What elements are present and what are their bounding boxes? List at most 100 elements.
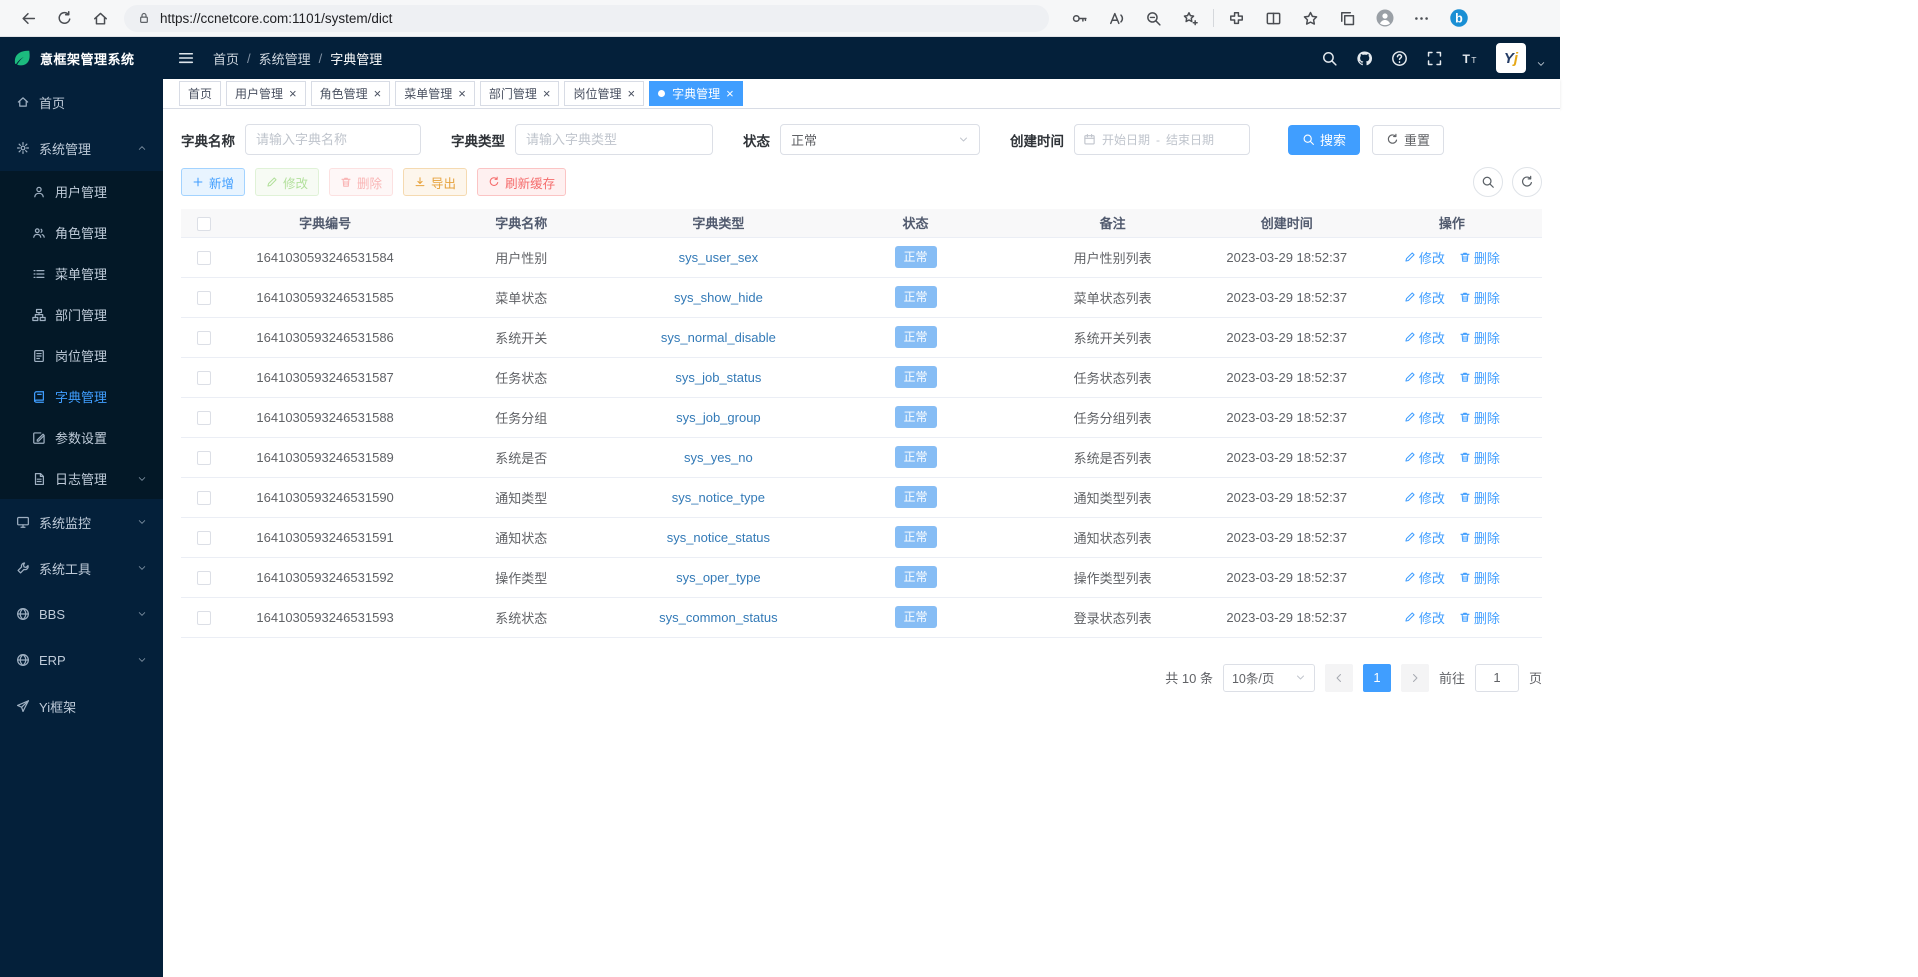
sidebar-item-user-management[interactable]: 用户管理: [0, 171, 163, 212]
sidebar-item-system-monitor[interactable]: 系统监控: [0, 499, 163, 545]
sidebar-item-log-management[interactable]: 日志管理: [0, 458, 163, 499]
row-checkbox[interactable]: [197, 331, 211, 345]
dict-type-link[interactable]: sys_job_status: [675, 370, 761, 385]
row-delete-button[interactable]: 删除: [1459, 288, 1500, 307]
zoom-out-button[interactable]: [1135, 3, 1172, 33]
toggle-search-button[interactable]: [1473, 167, 1503, 197]
sidebar-toggle-icon[interactable]: [177, 49, 195, 67]
more-button[interactable]: [1403, 3, 1440, 33]
refresh-cache-button[interactable]: 刷新缓存: [477, 168, 566, 196]
status-select[interactable]: 正常: [780, 124, 980, 155]
tab-home[interactable]: 首页: [179, 81, 221, 106]
dict-type-input[interactable]: [515, 124, 713, 155]
tab-close-icon[interactable]: ×: [543, 87, 551, 100]
user-avatar[interactable]: Yj: [1496, 43, 1526, 73]
reset-button[interactable]: 重置: [1372, 125, 1444, 155]
dict-type-link[interactable]: sys_yes_no: [684, 450, 753, 465]
row-edit-button[interactable]: 修改: [1404, 328, 1445, 347]
row-checkbox[interactable]: [197, 571, 211, 585]
extensions-button[interactable]: [1218, 3, 1255, 33]
breadcrumb-item[interactable]: 首页: [213, 49, 239, 68]
row-delete-button[interactable]: 删除: [1459, 248, 1500, 267]
dict-type-link[interactable]: sys_normal_disable: [661, 330, 776, 345]
row-delete-button[interactable]: 删除: [1459, 448, 1500, 467]
github-icon[interactable]: [1356, 50, 1373, 67]
row-checkbox[interactable]: [197, 251, 211, 265]
sidebar-item-role-management[interactable]: 角色管理: [0, 212, 163, 253]
tab-close-icon[interactable]: ×: [289, 87, 297, 100]
prev-page-button[interactable]: [1325, 664, 1353, 692]
next-page-button[interactable]: [1401, 664, 1429, 692]
sidebar-item-dept-management[interactable]: 部门管理: [0, 294, 163, 335]
split-screen-button[interactable]: [1255, 3, 1292, 33]
row-delete-button[interactable]: 删除: [1459, 488, 1500, 507]
key-button[interactable]: [1061, 3, 1098, 33]
row-delete-button[interactable]: 删除: [1459, 368, 1500, 387]
date-range-picker[interactable]: 开始日期 - 结束日期: [1074, 124, 1250, 155]
address-bar[interactable]: https://ccnetcore.com:1101/system/dict: [124, 5, 1049, 32]
row-checkbox[interactable]: [197, 531, 211, 545]
home-button[interactable]: [82, 3, 118, 33]
sidebar-item-home[interactable]: 首页: [0, 79, 163, 125]
row-edit-button[interactable]: 修改: [1404, 408, 1445, 427]
row-checkbox[interactable]: [197, 491, 211, 505]
refresh-table-button[interactable]: [1512, 167, 1542, 197]
tab-dept-management[interactable]: 部门管理×: [480, 81, 560, 106]
dict-type-link[interactable]: sys_notice_type: [672, 490, 765, 505]
tab-user-management[interactable]: 用户管理×: [226, 81, 306, 106]
row-edit-button[interactable]: 修改: [1404, 568, 1445, 587]
goto-page-input[interactable]: [1475, 664, 1519, 692]
bing-button[interactable]: b: [1440, 3, 1477, 33]
sidebar-item-yi-framework[interactable]: Yi框架: [0, 683, 163, 729]
row-checkbox[interactable]: [197, 371, 211, 385]
delete-button[interactable]: 删除: [329, 168, 393, 196]
question-icon[interactable]: [1391, 50, 1408, 67]
row-edit-button[interactable]: 修改: [1404, 248, 1445, 267]
fullscreen-icon[interactable]: [1426, 50, 1443, 67]
dict-type-link[interactable]: sys_oper_type: [676, 570, 761, 585]
tab-post-management[interactable]: 岗位管理×: [564, 81, 644, 106]
refresh-button[interactable]: [46, 3, 82, 33]
sidebar-item-dict-management[interactable]: 字典管理: [0, 376, 163, 417]
tab-close-icon[interactable]: ×: [374, 87, 382, 100]
row-edit-button[interactable]: 修改: [1404, 528, 1445, 547]
tab-dict-management[interactable]: 字典管理×: [649, 81, 743, 106]
sidebar-item-menu-management[interactable]: 菜单管理: [0, 253, 163, 294]
page-size-select[interactable]: 10条/页: [1223, 664, 1315, 692]
profile-button[interactable]: [1366, 3, 1403, 33]
edit-button[interactable]: 修改: [255, 168, 319, 196]
row-edit-button[interactable]: 修改: [1404, 448, 1445, 467]
collections-button[interactable]: [1329, 3, 1366, 33]
row-delete-button[interactable]: 删除: [1459, 568, 1500, 587]
favorite-add-button[interactable]: [1172, 3, 1209, 33]
row-delete-button[interactable]: 删除: [1459, 328, 1500, 347]
tab-role-management[interactable]: 角色管理×: [311, 81, 391, 106]
row-delete-button[interactable]: 删除: [1459, 528, 1500, 547]
tab-close-icon[interactable]: ×: [627, 87, 635, 100]
search-icon[interactable]: [1321, 50, 1338, 67]
sidebar-item-param-settings[interactable]: 参数设置: [0, 417, 163, 458]
row-delete-button[interactable]: 删除: [1459, 408, 1500, 427]
tab-close-icon[interactable]: ×: [726, 87, 734, 100]
page-number-button[interactable]: 1: [1363, 664, 1391, 692]
dict-type-link[interactable]: sys_common_status: [659, 610, 778, 625]
sidebar-item-bbs[interactable]: BBS: [0, 591, 163, 637]
sidebar-item-system-tools[interactable]: 系统工具: [0, 545, 163, 591]
dict-type-link[interactable]: sys_user_sex: [679, 250, 758, 265]
row-checkbox[interactable]: [197, 291, 211, 305]
select-all-checkbox[interactable]: [197, 217, 211, 231]
export-button[interactable]: 导出: [403, 168, 467, 196]
sidebar-item-system-management[interactable]: 系统管理: [0, 125, 163, 171]
row-checkbox[interactable]: [197, 411, 211, 425]
search-button[interactable]: 搜索: [1288, 125, 1360, 155]
row-edit-button[interactable]: 修改: [1404, 608, 1445, 627]
back-button[interactable]: [10, 3, 46, 33]
row-checkbox[interactable]: [197, 611, 211, 625]
row-edit-button[interactable]: 修改: [1404, 288, 1445, 307]
add-button[interactable]: 新增: [181, 168, 245, 196]
dict-type-link[interactable]: sys_show_hide: [674, 290, 763, 305]
sidebar-item-erp[interactable]: ERP: [0, 637, 163, 683]
row-checkbox[interactable]: [197, 451, 211, 465]
row-edit-button[interactable]: 修改: [1404, 488, 1445, 507]
dict-type-link[interactable]: sys_job_group: [676, 410, 761, 425]
